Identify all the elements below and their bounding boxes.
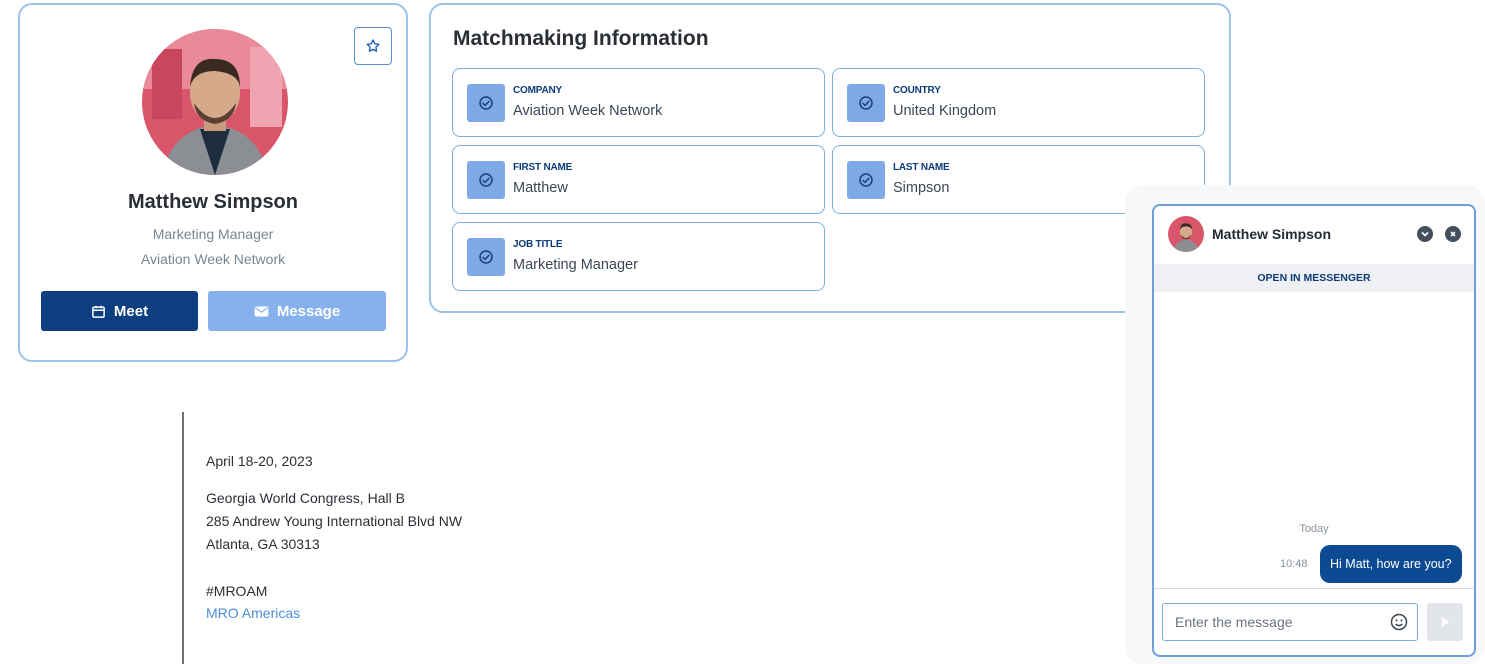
message-label: Message <box>276 302 341 320</box>
close-icon[interactable] <box>1445 226 1461 242</box>
matchmaking-title: Matchmaking Information <box>453 27 709 50</box>
chat-composer <box>1154 588 1474 656</box>
check-circle-icon <box>847 161 885 199</box>
chevron-down-icon[interactable] <box>1417 226 1433 242</box>
message-time: 10:48 <box>1280 558 1308 570</box>
message-input-box <box>1162 603 1418 641</box>
field-label: JOB TITLE <box>513 239 563 250</box>
event-city: Atlanta, GA 30313 <box>206 536 320 552</box>
check-circle-icon <box>467 161 505 199</box>
event-venue: Georgia World Congress, Hall B <box>206 490 405 506</box>
chat-window: Matthew Simpson OPEN IN MESSENGER Today … <box>1152 204 1476 657</box>
profile-role: Marketing Manager <box>152 226 274 242</box>
field-label: COMPANY <box>513 85 562 96</box>
divider <box>182 412 184 664</box>
event-dates: April 18-20, 2023 <box>206 453 313 469</box>
message-bubble: Hi Matt, how are you? <box>1320 545 1462 583</box>
chat-contact-name: Matthew Simpson <box>1212 226 1332 242</box>
emoji-icon[interactable] <box>1389 612 1409 632</box>
field-value: Simpson <box>893 180 950 196</box>
field-value: United Kingdom <box>893 103 997 119</box>
field-job-title: JOB TITLE Marketing Manager <box>452 222 825 291</box>
event-street: 285 Andrew Young International Blvd NW <box>206 513 463 529</box>
matchmaking-card: Matchmaking Information COMPANY Aviation… <box>429 3 1231 313</box>
field-first-name: FIRST NAME Matthew <box>452 145 825 214</box>
star-icon <box>366 39 380 52</box>
field-value: Marketing Manager <box>513 257 638 273</box>
message-button[interactable]: Message <box>208 291 386 331</box>
profile-card: Matthew Simpson Marketing Manager Aviati… <box>18 3 408 362</box>
profile-name: Matthew Simpson <box>127 191 298 213</box>
event-hashtag: #MROAM <box>206 583 268 599</box>
open-in-messenger-button[interactable]: OPEN IN MESSENGER <box>1154 264 1474 292</box>
field-label: FIRST NAME <box>513 162 573 173</box>
field-value: Aviation Week Network <box>513 103 663 119</box>
event-link[interactable]: MRO Americas <box>206 605 300 621</box>
field-value: Matthew <box>513 180 568 196</box>
avatar <box>1168 216 1204 252</box>
chat-header: Matthew Simpson <box>1154 206 1474 264</box>
field-company: COMPANY Aviation Week Network <box>452 68 825 137</box>
meet-label: Meet <box>113 302 149 320</box>
meet-button[interactable]: Meet <box>41 291 198 331</box>
send-icon <box>1441 617 1449 627</box>
field-label: COUNTRY <box>893 85 941 96</box>
check-circle-icon <box>467 238 505 276</box>
avatar <box>142 29 288 175</box>
field-country: COUNTRY United Kingdom <box>832 68 1205 137</box>
mail-icon <box>254 306 269 316</box>
chat-day-separator: Today <box>1299 523 1329 535</box>
check-circle-icon <box>847 84 885 122</box>
send-button[interactable] <box>1427 603 1463 641</box>
field-label: LAST NAME <box>893 162 950 173</box>
calendar-icon <box>92 305 105 318</box>
profile-company: Aviation Week Network <box>140 251 286 267</box>
message-input[interactable] <box>1173 613 1377 631</box>
favorite-button[interactable] <box>354 27 392 65</box>
check-circle-icon <box>467 84 505 122</box>
